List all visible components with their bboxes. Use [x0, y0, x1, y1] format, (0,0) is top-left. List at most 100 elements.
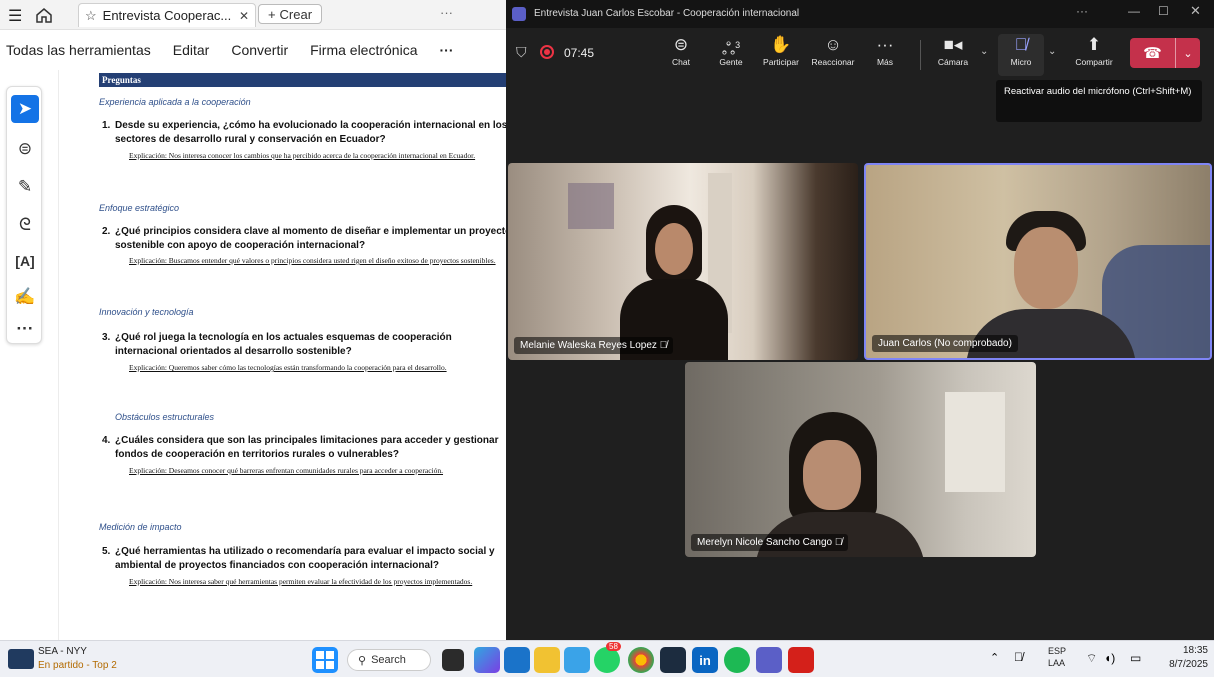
- chat-icon: ⊜: [673, 35, 689, 54]
- mic-button[interactable]: 🎙̸ Micro: [998, 34, 1044, 76]
- search-box[interactable]: ⚲ Search: [347, 649, 431, 671]
- pdf-menubar: Todas las herramientas Editar Convertir …: [0, 30, 506, 70]
- more-button[interactable]: ··· Más: [862, 34, 908, 76]
- question-text: ¿Cuáles considera que son las principale…: [115, 435, 499, 460]
- section-title: Obstáculos estructurales: [115, 412, 215, 422]
- camera-icon: ■◂: [943, 35, 963, 54]
- linkedin-icon[interactable]: in: [692, 647, 718, 673]
- clock-date: 8/7/2025: [1169, 659, 1208, 670]
- select-tool-icon[interactable]: ➤: [11, 95, 39, 123]
- question-text: ¿Qué herramientas ha utilizado o recomen…: [115, 546, 495, 571]
- people-label: Gente: [719, 57, 743, 67]
- react-label: Reaccionar: [811, 57, 855, 67]
- menu-all-tools[interactable]: Todas las herramientas: [6, 42, 151, 58]
- store-icon[interactable]: [504, 647, 530, 673]
- smiley-icon: ☺: [824, 35, 842, 54]
- menu-icon[interactable]: ☰: [8, 6, 22, 26]
- mic-muted-tray-icon[interactable]: 🎙̸: [1014, 650, 1023, 664]
- question: 4. ¿Cuáles considera que son las principa…: [102, 434, 506, 462]
- chrome-icon[interactable]: [628, 647, 654, 673]
- people-button[interactable]: ஃ3 Gente: [708, 34, 754, 76]
- more-tools-icon[interactable]: ···: [11, 315, 39, 343]
- more-menu-icon[interactable]: ···: [440, 42, 454, 58]
- video-tile-juan-carlos[interactable]: Juan Carlos (No comprobado): [864, 163, 1212, 360]
- camera-chevron-down-icon[interactable]: ⌄: [980, 46, 988, 57]
- share-button[interactable]: ⬆ Compartir: [1066, 34, 1122, 76]
- tab-document[interactable]: ☆ Entrevista Cooperac... ✕: [78, 3, 256, 27]
- widget-title[interactable]: SEA - NYY: [38, 646, 87, 657]
- maximize-icon[interactable]: ☐: [1158, 4, 1169, 18]
- video-tile-merelyn[interactable]: Merelyn Nicole Sancho Cango 🎙̸: [685, 362, 1036, 557]
- teams-icon[interactable]: [756, 647, 782, 673]
- wifi-icon[interactable]: ⌔: [1086, 651, 1097, 666]
- mic-muted-icon: 🎙̸: [659, 340, 668, 351]
- mic-chevron-down-icon[interactable]: ⌄: [1048, 46, 1056, 57]
- section-title: Enfoque estratégico: [99, 203, 180, 213]
- video-tile-melanie[interactable]: Melanie Waleska Reyes Lopez 🎙̸: [508, 163, 858, 360]
- menu-edit[interactable]: Editar: [173, 42, 210, 58]
- leave-button[interactable]: ☎ ⌄: [1130, 38, 1200, 68]
- weather-widget-icon[interactable]: [8, 649, 34, 669]
- raise-hand-label: Participar: [763, 57, 799, 67]
- question-number: 3.: [102, 332, 111, 343]
- file-explorer-icon[interactable]: [534, 647, 560, 673]
- question: 2. ¿Qué principios considera clave al mom…: [102, 225, 506, 253]
- highlight-tool-icon[interactable]: ✎: [11, 173, 39, 201]
- mic-tooltip: Reactivar audio del micrófono (Ctrl+Shif…: [996, 80, 1202, 122]
- app-icon[interactable]: [660, 647, 686, 673]
- shield-icon[interactable]: ⛉: [516, 44, 527, 61]
- language-indicator[interactable]: ESP LAA: [1048, 645, 1066, 669]
- document-page: Preguntas Experiencia aplicada a la coop…: [58, 70, 506, 640]
- question: 3. ¿Qué rol juega la tecnología en los ac…: [102, 331, 506, 359]
- acrobat-icon[interactable]: [788, 647, 814, 673]
- search-label: Search: [371, 654, 406, 666]
- sign-tool-icon[interactable]: ✍: [11, 283, 39, 311]
- tab-overflow-icon[interactable]: ···: [440, 5, 453, 20]
- widget-subtitle[interactable]: En partido - Top 2: [38, 660, 117, 671]
- new-tab-button[interactable]: + Crear: [258, 4, 322, 24]
- minimize-icon[interactable]: —: [1128, 4, 1140, 18]
- battery-icon[interactable]: ▭: [1130, 651, 1141, 665]
- question-text: ¿Qué principios considera clave al momen…: [115, 226, 506, 251]
- task-view-icon[interactable]: [442, 649, 464, 671]
- clock[interactable]: 18:35 8/7/2025: [1152, 644, 1208, 672]
- copilot-icon[interactable]: [474, 647, 500, 673]
- chevron-up-icon[interactable]: ⌃: [990, 651, 999, 664]
- section-title: Innovación y tecnología: [99, 307, 194, 317]
- teams-title-bar: Entrevista Juan Carlos Escobar - Coopera…: [506, 0, 1214, 28]
- search-icon: ⚲: [358, 654, 367, 667]
- tab-title: Entrevista Cooperac...: [102, 8, 232, 23]
- more-icon: ···: [876, 35, 894, 54]
- leave-chevron-down-icon[interactable]: ⌄: [1176, 38, 1200, 68]
- question-text: Desde su experiencia, ¿cómo ha evolucion…: [115, 120, 506, 145]
- person-face: [1014, 227, 1078, 309]
- close-tab-icon[interactable]: ✕: [239, 9, 249, 23]
- speaker-icon[interactable]: ◖): [1104, 651, 1115, 665]
- question: 1. Desde su experiencia, ¿cómo ha evoluci…: [102, 119, 506, 147]
- spotify-icon[interactable]: [724, 647, 750, 673]
- more-options-icon[interactable]: ···: [1076, 4, 1088, 18]
- snipping-tool-icon[interactable]: [564, 647, 590, 673]
- windows-taskbar: SEA - NYY En partido - Top 2 ⚲ Search 58…: [0, 640, 1214, 677]
- home-icon[interactable]: [34, 5, 54, 25]
- comment-tool-icon[interactable]: ⊜: [11, 135, 39, 163]
- star-icon[interactable]: ☆: [85, 8, 97, 24]
- pdf-viewer-window: ☰ ☆ Entrevista Cooperac... ✕ + Crear ···…: [0, 0, 506, 640]
- start-icon[interactable]: [312, 647, 338, 673]
- menu-sign[interactable]: Firma electrónica: [310, 42, 417, 58]
- whatsapp-icon[interactable]: 58: [594, 642, 621, 673]
- teams-meeting-window: Entrevista Juan Carlos Escobar - Coopera…: [506, 0, 1214, 640]
- close-window-icon[interactable]: ✕: [1190, 3, 1201, 19]
- camera-button[interactable]: ■◂ Cámara: [930, 34, 976, 76]
- pdf-tool-rail: ➤ ⊜ ✎ ᘓ [A] ✍ ···: [6, 86, 42, 344]
- explanation: Explicación: Buscamos entender qué valor…: [129, 256, 496, 265]
- menu-convert[interactable]: Convertir: [231, 42, 288, 58]
- person-face: [655, 223, 693, 275]
- chat-button[interactable]: ⊜ Chat: [658, 34, 704, 76]
- text-tool-icon[interactable]: [A]: [11, 247, 39, 275]
- raise-hand-button[interactable]: ✋ Participar: [758, 34, 804, 76]
- react-button[interactable]: ☺ Reaccionar: [810, 34, 856, 76]
- draw-tool-icon[interactable]: ᘓ: [11, 211, 39, 239]
- person-face: [803, 440, 861, 510]
- toolbar-divider: [920, 40, 921, 70]
